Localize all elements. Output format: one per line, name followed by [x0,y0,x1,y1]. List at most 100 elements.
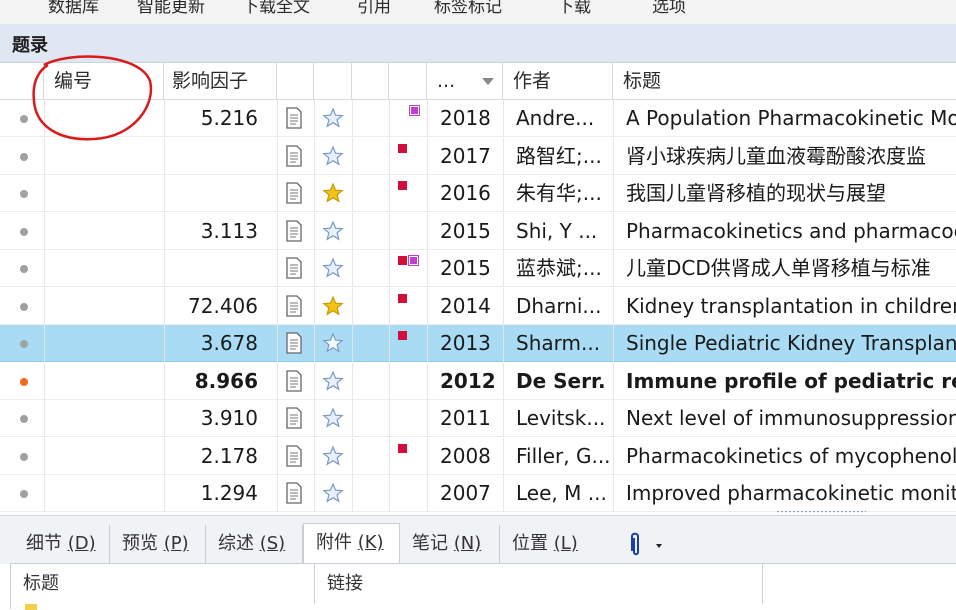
splitter-grip[interactable] [776,510,866,513]
document-icon[interactable] [285,144,303,167]
author-cell: Filler, G... [516,443,610,468]
read-dot-icon[interactable] [20,490,28,498]
table-row[interactable]: 72.406 2014 Dharni... Kidney transplantatio… [0,287,956,325]
tab-location[interactable]: 位置 (L) [500,525,600,563]
star-icon[interactable] [322,332,344,354]
year-cell: 2016 [440,181,491,205]
table-row[interactable]: 2016 朱有华;... 我国儿童肾移植的现状与展望 [0,175,956,212]
read-dot-icon[interactable] [20,227,28,236]
menu-options[interactable]: 选项 [652,0,686,17]
menu-database[interactable]: 数据库 [48,0,99,17]
header-impact-factor[interactable]: 影响因子 [164,63,277,99]
header-attachment[interactable] [277,63,314,99]
header-read[interactable] [352,63,389,99]
star-icon[interactable] [322,482,344,504]
column-divider [613,362,614,400]
column-divider [44,362,45,400]
year-cell: 2014 [440,293,491,318]
column-divider [314,212,315,250]
document-icon[interactable] [285,407,303,429]
detail-header-title[interactable]: 标题 [11,564,315,604]
year-cell: 2018 [440,106,491,130]
detail-tabs: 细节 (D) 预览 (P) 综述 (S) 附件 (K) 笔记 (N) 位置 (L… [0,515,956,564]
menu-download-fulltext[interactable]: 下载全文 [242,0,310,17]
column-divider [352,475,353,512]
tab-attachments[interactable]: 附件 (K) [303,523,400,564]
star-icon[interactable] [322,294,344,317]
attachment-dropdown-button[interactable] [622,532,666,558]
column-divider [427,175,428,212]
document-icon[interactable] [285,219,303,242]
column-divider [44,175,45,212]
star-icon[interactable] [322,444,344,467]
read-dot-icon[interactable] [20,152,28,161]
read-dot-icon[interactable] [20,115,28,123]
header-star[interactable] [314,63,352,99]
column-divider [427,362,428,400]
read-dot-icon[interactable] [20,415,28,423]
menu-download[interactable]: 下载 [557,0,591,17]
document-icon[interactable] [285,257,303,279]
column-divider [314,137,315,175]
column-divider [389,287,390,325]
table-row[interactable]: 8.966 2012 De Serr. Immune profile of pedia… [0,362,956,400]
document-icon[interactable] [285,444,303,467]
table-row[interactable]: 3.113 2015 Shi, Y ... Pharmacokinetics and … [0,212,956,250]
read-dot-icon[interactable] [20,340,28,348]
read-dot-icon[interactable] [20,302,28,311]
read-dot-icon[interactable] [20,265,28,273]
table-row[interactable]: 1.294 2007 Lee, M ... Improved pharmacokine… [0,475,956,512]
column-divider [613,475,614,512]
table-row[interactable]: 2015 蓝恭斌;... 儿童DCD供肾成人单肾移植与标准 [0,250,956,287]
document-icon[interactable] [285,482,303,504]
attachment-list: 标题 链接 [10,563,956,610]
star-icon[interactable] [322,107,344,129]
document-icon[interactable] [285,294,303,317]
tab-details[interactable]: 细节 (D) [14,525,110,563]
table-row[interactable]: 2.178 2008 Filler, G... Pharmacokinetics of… [0,437,956,475]
title-cell: 我国儿童肾移植的现状与展望 [626,181,886,205]
detail-header-link[interactable]: 链接 [315,564,763,604]
column-divider [389,400,390,437]
column-divider [352,250,353,287]
read-dot-icon[interactable] [20,190,28,198]
star-icon[interactable] [322,144,344,167]
star-icon[interactable] [322,219,344,242]
menu-cite[interactable]: 引用 [357,0,391,17]
tab-summary[interactable]: 综述 (S) [206,525,303,563]
table-row[interactable]: 2017 路智红;... 肾小球疾病儿童血液霉酚酸浓度监 [0,137,956,175]
column-divider [277,100,278,137]
star-icon[interactable] [322,257,344,279]
document-icon[interactable] [285,107,303,129]
column-divider [613,175,614,212]
title-cell: Kidney transplantation in children [626,293,956,318]
table-row[interactable]: 3.678 2013 Sharm... Single Pediatric Kidney… [0,325,956,362]
table-row[interactable]: 3.910 2011 Levitsk... Next level of immunos… [0,400,956,437]
document-icon[interactable] [285,332,303,354]
menu-smart-update[interactable]: 智能更新 [137,0,205,17]
author-cell: 路智红;... [516,143,602,168]
star-icon[interactable] [322,369,344,392]
column-divider [613,287,614,325]
color-tag-red [398,293,407,303]
color-tag-red [398,331,407,340]
read-dot-icon[interactable] [20,452,28,461]
tab-preview[interactable]: 预览 (P) [110,525,206,563]
column-divider [389,250,390,287]
column-divider [389,100,390,137]
header-tag[interactable] [389,63,427,99]
document-icon[interactable] [285,182,303,204]
column-divider [277,287,278,325]
star-icon[interactable] [322,407,344,429]
header-title[interactable]: 标题 [613,63,956,99]
menu-tag-mark[interactable]: 标签标记 [434,0,502,17]
header-year[interactable]: ... [427,63,503,99]
star-icon[interactable] [322,182,344,204]
document-icon[interactable] [285,369,303,392]
year-cell: 2013 [440,331,491,355]
column-divider [44,325,45,362]
tab-notes[interactable]: 笔记 (N) [400,525,500,563]
header-author[interactable]: 作者 [503,63,613,99]
unread-dot-icon[interactable] [20,377,28,386]
column-divider [427,437,428,475]
